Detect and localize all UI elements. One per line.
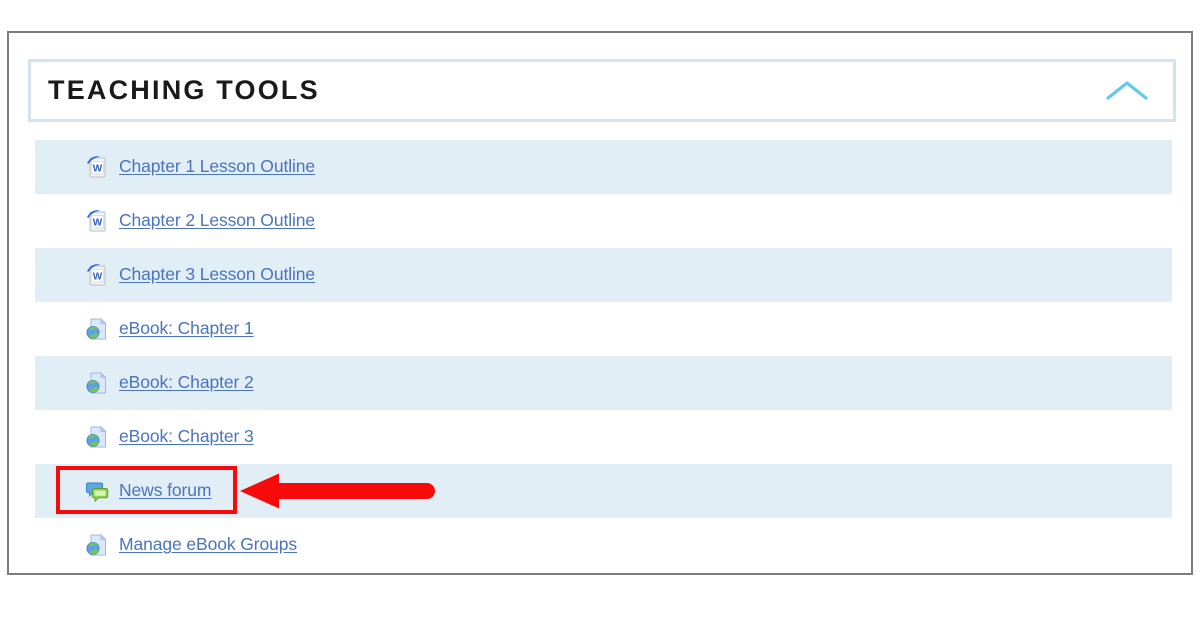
svg-text:W: W (93, 164, 103, 175)
list-item[interactable]: W Chapter 3 Lesson Outline (35, 248, 1172, 302)
word-document-icon: W (84, 262, 110, 288)
list-item-link[interactable]: Manage eBook Groups (119, 536, 297, 554)
panel-header[interactable]: TEACHING TOOLS (28, 59, 1176, 122)
url-globe-page-icon (84, 316, 110, 342)
svg-text:W: W (93, 272, 103, 283)
word-document-icon: W (84, 154, 110, 180)
list-item-link[interactable]: eBook: Chapter 2 (119, 374, 254, 392)
list-item[interactable]: eBook: Chapter 2 (35, 356, 1172, 410)
list-item[interactable]: W Chapter 2 Lesson Outline (35, 194, 1172, 248)
list-item-news-forum[interactable]: News forum (35, 464, 1172, 518)
url-globe-page-icon (84, 532, 110, 558)
list-item[interactable]: eBook: Chapter 1 (35, 302, 1172, 356)
list-item-link[interactable]: eBook: Chapter 1 (119, 320, 254, 338)
word-document-icon: W (84, 208, 110, 234)
list-item-link[interactable]: Chapter 1 Lesson Outline (119, 158, 315, 176)
teaching-tools-list: W Chapter 1 Lesson Outline W Chapter 2 L… (35, 140, 1172, 572)
list-item-link[interactable]: Chapter 2 Lesson Outline (119, 212, 315, 230)
list-item-link[interactable]: eBook: Chapter 3 (119, 428, 254, 446)
list-item-link[interactable]: News forum (119, 482, 211, 500)
forum-speech-bubbles-icon (84, 478, 110, 504)
list-item[interactable]: W Chapter 1 Lesson Outline (35, 140, 1172, 194)
list-item[interactable]: eBook: Chapter 3 (35, 410, 1172, 464)
url-globe-page-icon (84, 424, 110, 450)
chevron-up-icon (1105, 78, 1149, 104)
url-globe-page-icon (84, 370, 110, 396)
list-item[interactable]: Manage eBook Groups (35, 518, 1172, 572)
collapse-section-button[interactable] (1095, 68, 1159, 114)
screenshot-root: TEACHING TOOLS W Chapter 1 Lesson Outlin… (0, 0, 1200, 630)
list-item-link[interactable]: Chapter 3 Lesson Outline (119, 266, 315, 284)
teaching-tools-panel: TEACHING TOOLS W Chapter 1 Lesson Outlin… (7, 31, 1193, 575)
svg-text:W: W (93, 218, 103, 229)
page-title: TEACHING TOOLS (48, 75, 320, 105)
